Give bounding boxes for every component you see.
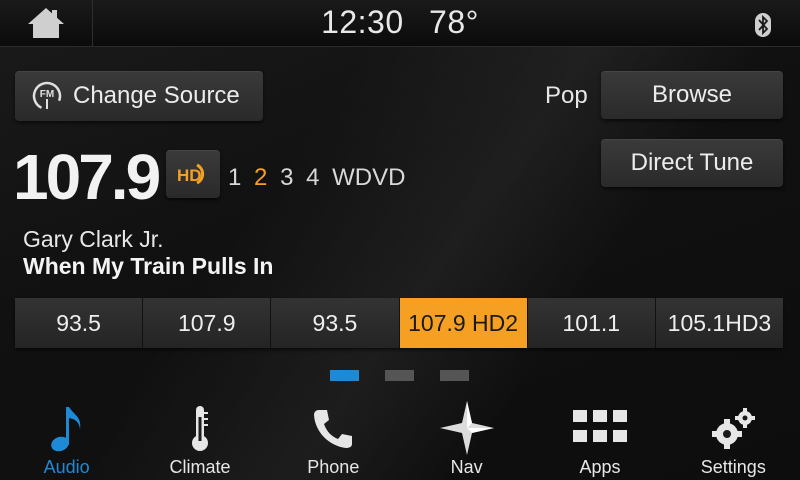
browse-button[interactable]: Browse	[601, 71, 783, 119]
subchannel-1[interactable]: 1	[228, 164, 241, 191]
nav-apps[interactable]: Apps	[533, 396, 666, 480]
bluetooth-icon	[755, 13, 771, 37]
apps-grid-icon	[572, 410, 627, 442]
gears-icon	[712, 408, 756, 449]
direct-tune-button[interactable]: Direct Tune	[601, 139, 783, 187]
preset-button-1[interactable]: 93.5	[15, 298, 144, 348]
song-title: When My Train Pulls In	[23, 253, 274, 279]
hd-subchannel-list: 1 2 3 4 WDVD	[228, 164, 411, 192]
preset-button-2[interactable]: 107.9	[143, 298, 272, 348]
hd-radio-icon: HD	[177, 163, 205, 185]
call-sign: WDVD	[332, 164, 406, 191]
nav-climate[interactable]: Climate	[133, 396, 266, 480]
nav-navigation[interactable]: Nav	[400, 396, 533, 480]
nav-phone[interactable]: Phone	[267, 396, 400, 480]
station-frequency: 107.9	[13, 141, 161, 213]
compass-star-icon	[439, 401, 494, 455]
clock-time: 12:30	[321, 4, 404, 40]
genre-label: Pop	[545, 82, 588, 109]
subchannel-4[interactable]: 4	[306, 164, 319, 191]
nav-audio[interactable]: Audio	[0, 396, 133, 480]
nav-phone-label: Phone	[307, 457, 360, 477]
preset-button-6[interactable]: 105.1HD3	[655, 298, 784, 348]
bottom-navigation: Audio Climate Phone Nav Apps Settings	[0, 396, 800, 480]
status-bar: 12:30 78°	[0, 0, 800, 47]
preset-button-5[interactable]: 101.1	[527, 298, 656, 348]
nav-audio-label: Audio	[43, 457, 90, 477]
outside-temperature: 78°	[429, 4, 479, 40]
preset-bar: 93.5 107.9 93.5 107.9 HD2 101.1 105.1HD3	[15, 298, 784, 348]
fm-source-icon: FM	[32, 81, 62, 111]
nav-settings[interactable]: Settings	[667, 396, 800, 480]
hd-radio-button[interactable]: HD	[166, 150, 220, 198]
preset-button-3[interactable]: 93.5	[271, 298, 400, 348]
music-note-icon	[50, 407, 80, 452]
change-source-button[interactable]: FM Change Source	[15, 71, 263, 121]
nav-apps-label: Apps	[579, 457, 621, 477]
page-dot-2[interactable]	[385, 370, 414, 381]
thermometer-icon	[191, 406, 208, 451]
subchannel-3[interactable]: 3	[280, 164, 293, 191]
nav-settings-label: Settings	[700, 457, 766, 477]
fm-icon-text: FM	[40, 89, 54, 100]
page-dot-1[interactable]	[330, 370, 359, 381]
nav-climate-label: Climate	[169, 457, 231, 477]
nav-navigation-label: Nav	[450, 457, 483, 477]
subchannel-2[interactable]: 2	[254, 164, 267, 191]
page-dot-3[interactable]	[440, 370, 469, 381]
artist-name: Gary Clark Jr.	[23, 226, 164, 252]
phone-icon	[314, 410, 353, 448]
preset-button-4[interactable]: 107.9 HD2	[399, 298, 528, 348]
change-source-label: Change Source	[73, 82, 240, 109]
page-indicator	[330, 370, 469, 381]
clock-temperature: 12:30 78°	[0, 4, 800, 41]
